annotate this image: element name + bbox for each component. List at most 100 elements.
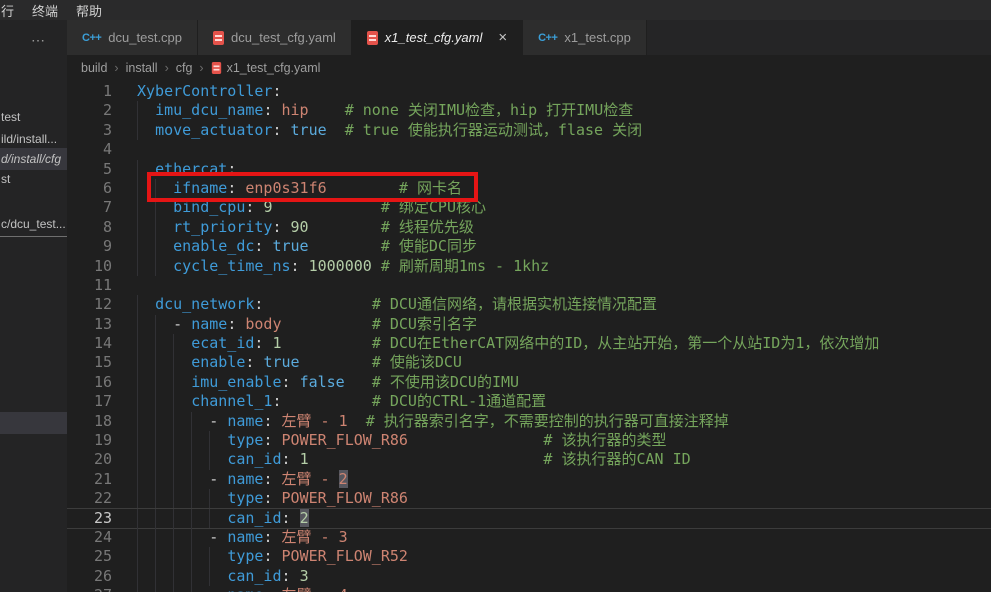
explorer-selection-band[interactable] (0, 412, 67, 434)
tab-x1_test-cpp[interactable]: C++x1_test.cpp (523, 20, 647, 55)
line-number[interactable]: 9 (67, 237, 112, 256)
line-number[interactable]: 20 (67, 450, 112, 469)
indent-guide (173, 528, 174, 547)
more-actions-icon[interactable]: ⋯ (31, 32, 46, 49)
indent-guide (137, 489, 138, 508)
indent-guide (173, 373, 174, 392)
line-number[interactable]: 13 (67, 315, 112, 334)
indent-guide (191, 450, 192, 469)
code-line-14[interactable]: 14 ecat_id: 1 # DCU在EtherCAT网络中的ID，从主站开始… (67, 334, 991, 353)
explorer-item-build-install[interactable]: ild/install... (0, 128, 67, 150)
breadcrumb-separator: › (165, 61, 169, 75)
code-line-text: enable_dc: true # 使能DC同步 (137, 237, 477, 255)
indent-guide (155, 509, 156, 528)
indent-guide (191, 470, 192, 489)
annotation-red-box (147, 172, 478, 202)
indent-guide (137, 237, 138, 256)
tab-dcu_test-cpp[interactable]: C++dcu_test.cpp (67, 20, 198, 55)
code-line-17[interactable]: 17 channel_1: # DCU的CTRL-1通道配置 (67, 392, 991, 411)
code-line-text: cycle_time_ns: 1000000 # 刷新周期1ms - 1khz (137, 257, 549, 275)
line-number[interactable]: 21 (67, 470, 112, 489)
line-number[interactable]: 3 (67, 121, 112, 140)
code-line-21[interactable]: 21 - name: 左臂 - 2 (67, 470, 991, 489)
indent-guide (137, 353, 138, 372)
line-number[interactable]: 15 (67, 353, 112, 372)
line-number[interactable]: 8 (67, 218, 112, 237)
breadcrumb-item[interactable]: build (81, 61, 107, 75)
line-number[interactable]: 11 (67, 276, 112, 295)
code-line-9[interactable]: 9 enable_dc: true # 使能DC同步 (67, 237, 991, 256)
indent-guide (191, 431, 192, 450)
line-number[interactable]: 14 (67, 334, 112, 353)
breadcrumb-item[interactable]: install (126, 61, 158, 75)
code-line-18[interactable]: 18 - name: 左臂 - 1 # 执行器索引名字，不需要控制的执行器可直接… (67, 412, 991, 431)
menu-item-run[interactable]: 行 (0, 1, 23, 20)
line-number[interactable]: 23 (67, 509, 112, 528)
indent-guide (173, 489, 174, 508)
code-line-19[interactable]: 19 type: POWER_FLOW_R86 # 该执行器的类型 (67, 431, 991, 450)
line-number[interactable]: 17 (67, 392, 112, 411)
line-number[interactable]: 22 (67, 489, 112, 508)
code-line-25[interactable]: 25 type: POWER_FLOW_R52 (67, 547, 991, 566)
code-line-27[interactable]: 27 - name: 左臂 - 4 (67, 586, 991, 592)
code-line-23[interactable]: 23 can_id: 2 (67, 509, 991, 528)
breadcrumb-item[interactable]: cfg (176, 61, 193, 75)
line-number[interactable]: 25 (67, 547, 112, 566)
tab-label: x1_test_cfg.yaml (385, 30, 483, 45)
tab-label: dcu_test.cpp (108, 30, 182, 45)
code-line-10[interactable]: 10 cycle_time_ns: 1000000 # 刷新周期1ms - 1k… (67, 257, 991, 276)
tab-dcu_test_cfg-yaml[interactable]: dcu_test_cfg.yaml (198, 20, 352, 55)
line-number[interactable]: 10 (67, 257, 112, 276)
indent-guide (191, 412, 192, 431)
code-line-1[interactable]: 1XyberController: (67, 82, 991, 101)
code-line-4[interactable]: 4 (67, 140, 991, 159)
indent-guide (155, 528, 156, 547)
code-line-24[interactable]: 24 - name: 左臂 - 3 (67, 528, 991, 547)
code-line-22[interactable]: 22 type: POWER_FLOW_R86 (67, 489, 991, 508)
line-number[interactable]: 5 (67, 160, 112, 179)
line-number[interactable]: 19 (67, 431, 112, 450)
line-number[interactable]: 24 (67, 528, 112, 547)
code-line-15[interactable]: 15 enable: true # 使能该DCU (67, 353, 991, 372)
indent-guide (155, 392, 156, 411)
breadcrumb-item-file[interactable]: x1_test_cfg.yaml (211, 61, 321, 75)
explorer-item-st[interactable]: st (0, 168, 67, 190)
tab-bar: C++dcu_test.cppdcu_test_cfg.yamlx1_test_… (67, 20, 991, 55)
indent-guide (137, 179, 138, 198)
line-number[interactable]: 7 (67, 198, 112, 217)
indent-guide (155, 470, 156, 489)
line-number[interactable]: 6 (67, 179, 112, 198)
close-icon[interactable]: × (498, 30, 507, 45)
code-line-8[interactable]: 8 rt_priority: 90 # 线程优先级 (67, 218, 991, 237)
code-line-3[interactable]: 3 move_actuator: true # true 使能执行器运动测试，f… (67, 121, 991, 140)
line-number[interactable]: 16 (67, 373, 112, 392)
line-number[interactable]: 2 (67, 101, 112, 120)
indent-guide (137, 160, 138, 179)
yaml-file-icon (367, 31, 378, 45)
explorer-item-test[interactable]: test (0, 106, 67, 128)
indent-guide (209, 509, 210, 528)
explorer-item-dcu-test[interactable]: c/dcu_test... (0, 213, 67, 237)
indent-guide (173, 567, 174, 586)
line-number[interactable]: 27 (67, 586, 112, 592)
tab-x1_test_cfg-yaml[interactable]: x1_test_cfg.yaml × (352, 20, 523, 55)
line-number[interactable]: 18 (67, 412, 112, 431)
code-line-20[interactable]: 20 can_id: 1 # 该执行器的CAN ID (67, 450, 991, 469)
code-line-2[interactable]: 2 imu_dcu_name: hip # none 关闭IMU检查，hip 打… (67, 101, 991, 120)
menu-item-help[interactable]: 帮助 (67, 1, 111, 20)
code-line-11[interactable]: 11 (67, 276, 991, 295)
indent-guide (137, 218, 138, 237)
explorer-item-install-cfg[interactable]: d/install/cfg (0, 148, 67, 170)
indent-guide (137, 509, 138, 528)
breadcrumb: build›install›cfg›x1_test_cfg.yaml (67, 55, 991, 80)
code-line-13[interactable]: 13 - name: body # DCU索引名字 (67, 315, 991, 334)
code-line-12[interactable]: 12 dcu_network: # DCU通信网络，请根据实机连接情况配置 (67, 295, 991, 314)
code-line-26[interactable]: 26 can_id: 3 (67, 567, 991, 586)
code-editor[interactable]: 1XyberController:2 imu_dcu_name: hip # n… (67, 80, 991, 592)
menu-item-terminal[interactable]: 终端 (23, 1, 67, 20)
line-number[interactable]: 12 (67, 295, 112, 314)
line-number[interactable]: 1 (67, 82, 112, 101)
line-number[interactable]: 26 (67, 567, 112, 586)
code-line-16[interactable]: 16 imu_enable: false # 不使用该DCU的IMU (67, 373, 991, 392)
line-number[interactable]: 4 (67, 140, 112, 159)
